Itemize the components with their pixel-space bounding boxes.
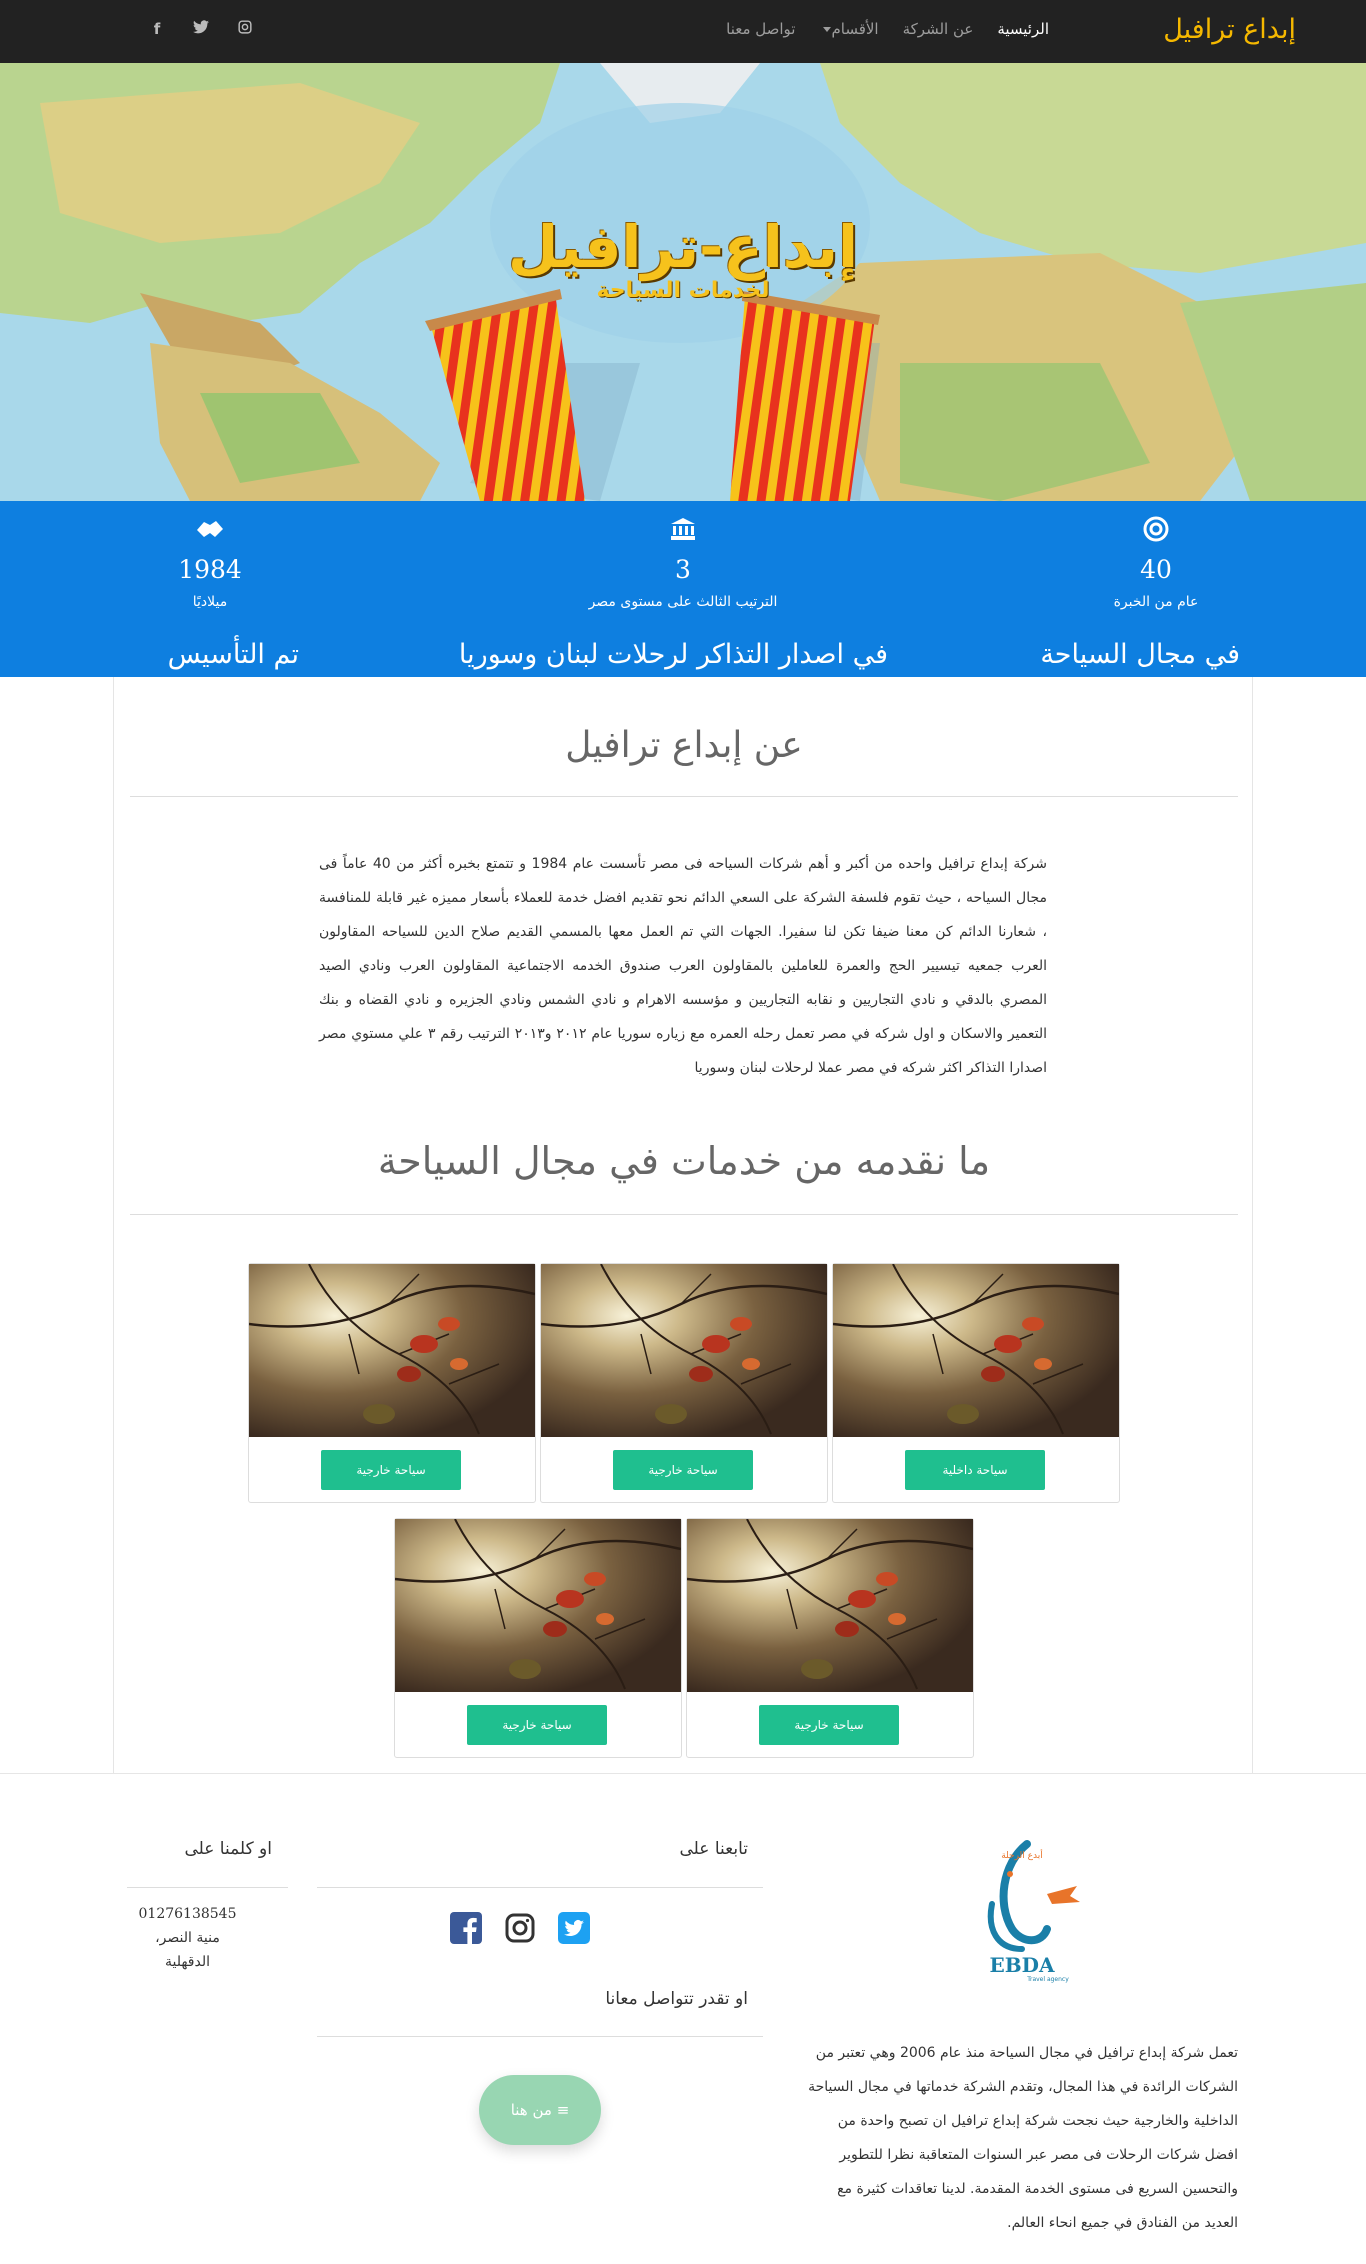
stats-bar: 40 عام من الخبرة 3 الترتيب الثالث على مس…	[0, 501, 1366, 677]
footer: أبدع الرحلة EBDA Travel agency تعمل شركة…	[0, 1773, 1366, 2264]
service-button[interactable]: سياحة داخلية	[905, 1450, 1045, 1490]
divider	[130, 796, 1238, 797]
top-navbar: إبداع ترافيل الرئيسية عن الشركة الأقسام …	[0, 0, 1366, 63]
instagram-icon[interactable]	[223, 20, 267, 38]
main-content: عن إبداع ترافيل شركة إبداع ترافيل واحده …	[113, 677, 1253, 1773]
logo-latin-text: EBDA	[989, 1953, 1054, 1977]
follow-heading: تابعنا على	[679, 1839, 749, 1859]
service-card: سياحة خارجية	[394, 1518, 682, 1758]
hero-subtitle: لخدمات السياحة	[596, 278, 770, 303]
twitter-icon[interactable]	[179, 20, 223, 38]
stat-tag-tourism: في مجال السياحة	[1040, 639, 1240, 670]
top-social-links: f	[135, 20, 267, 38]
twitter-icon[interactable]	[558, 1912, 590, 1948]
nav-home[interactable]: الرئيسية	[985, 20, 1061, 38]
nav-links: الرئيسية عن الشركة الأقسام تواصل معنا	[714, 20, 1061, 38]
autumn-leaves-image	[833, 1264, 1119, 1437]
stat-founded: 1984 ميلاديًا	[0, 511, 420, 610]
about-heading: عن إبداع ترافيل	[565, 725, 803, 766]
divider	[317, 1887, 763, 1888]
divider	[317, 2036, 763, 2037]
service-button[interactable]: سياحة خارجية	[467, 1705, 607, 1745]
contact-info: 01276138545 منية النصر، الدقهلية	[127, 1902, 248, 1974]
contact-cta-button[interactable]: ≡ من هنا	[479, 2075, 601, 2145]
divider	[127, 1887, 288, 1888]
contact-cta-label: من هنا	[510, 2101, 552, 2119]
service-button[interactable]: سياحة خارجية	[759, 1705, 899, 1745]
stat-number: 3	[675, 555, 691, 584]
menu-icon: ≡	[551, 2101, 570, 2119]
page: إبداع ترافيل الرئيسية عن الشركة الأقسام …	[0, 0, 1366, 2264]
logo-small-text: أبدع الرحلة	[1001, 1849, 1043, 1861]
services-heading: ما نقدمه من خدمات في مجال السياحة	[377, 1139, 991, 1183]
footer-social-links	[450, 1912, 590, 1948]
facebook-icon[interactable]	[450, 1912, 482, 1948]
stat-tag-tickets: في اصدار التذاكر لرحلات لبنان وسوريا	[458, 639, 888, 670]
stat-number: 40	[1140, 555, 1172, 584]
ebda-logo: أبدع الرحلة EBDA Travel agency	[952, 1834, 1092, 1984]
stat-experience: 40 عام من الخبرة	[946, 511, 1366, 610]
stat-label: ميلاديًا	[192, 594, 228, 610]
service-button[interactable]: سياحة خارجية	[321, 1450, 461, 1490]
stat-tag-founded: تم التأسيس	[167, 639, 299, 670]
contact-heading: او تقدر تتواصل معانا	[605, 1989, 748, 2009]
nav-sections-dropdown[interactable]: الأقسام	[807, 20, 890, 38]
brand-logo-text[interactable]: إبداع ترافيل	[1163, 14, 1296, 45]
address-region: الدقهلية	[164, 1954, 210, 1970]
nav-about[interactable]: عن الشركة	[891, 20, 986, 38]
autumn-leaves-image	[541, 1264, 827, 1437]
target-icon	[946, 511, 1366, 547]
autumn-leaves-image	[687, 1519, 973, 1692]
footer-description: تعمل شركة إبداع ترافيل في مجال السياحة م…	[808, 2045, 1238, 2231]
facebook-icon[interactable]: f	[135, 20, 179, 38]
stat-number: 1984	[178, 555, 242, 584]
service-card: سياحة خارجية	[540, 1263, 828, 1503]
nav-sections-label: الأقسام	[831, 20, 879, 38]
address-city: منية النصر،	[155, 1930, 220, 1946]
hero-title: إبداع-ترافيل	[508, 213, 858, 281]
logo-tag-text: Travel agency	[1026, 1976, 1069, 1983]
stat-ranking: 3 الترتيب الثالث على مستوى مصر	[473, 511, 893, 610]
divider	[130, 1214, 1238, 1215]
instagram-icon[interactable]	[504, 1912, 536, 1948]
handshake-icon	[0, 511, 420, 547]
autumn-leaves-image	[249, 1264, 535, 1437]
nav-contact[interactable]: تواصل معنا	[714, 20, 807, 38]
stat-label: الترتيب الثالث على مستوى مصر	[588, 594, 778, 610]
phone-number[interactable]: 01276138545	[127, 1902, 248, 1926]
hero-banner: إبداع-ترافيل لخدمات السياحة	[0, 63, 1366, 501]
stat-label: عام من الخبرة	[1113, 594, 1199, 610]
about-text: شركة إبداع ترافيل واحده من أكبر و أهم شر…	[319, 856, 1048, 1076]
autumn-leaves-image	[395, 1519, 681, 1692]
bank-icon	[473, 511, 893, 547]
service-card: سياحة خارجية	[248, 1263, 536, 1503]
service-card: سياحة خارجية	[686, 1518, 974, 1758]
service-card: سياحة داخلية	[832, 1263, 1120, 1503]
service-button[interactable]: سياحة خارجية	[613, 1450, 753, 1490]
call-heading: او كلمنا على	[184, 1839, 272, 1859]
